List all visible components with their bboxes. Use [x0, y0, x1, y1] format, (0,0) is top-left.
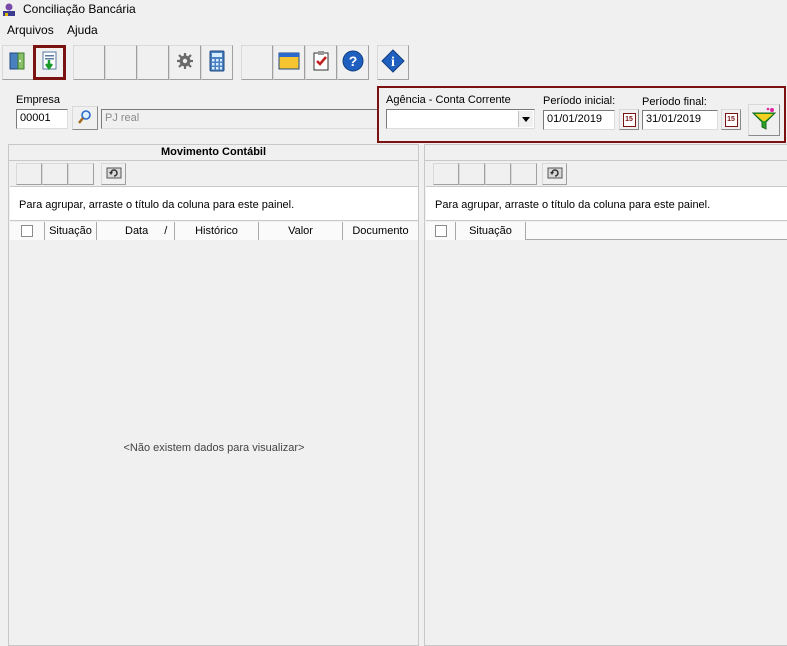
- refresh-icon: [547, 166, 563, 183]
- col-valor[interactable]: Valor: [259, 222, 343, 240]
- info-icon: i: [381, 49, 405, 76]
- svg-text:i: i: [391, 55, 395, 70]
- column-header-row: Situação: [426, 222, 787, 240]
- select-all-checkbox[interactable]: [426, 222, 456, 240]
- settings-gear-icon: [176, 52, 194, 73]
- apply-filter-button[interactable]: [748, 104, 780, 136]
- movimento-contabil-panel: Movimento Contábil Para agrupar, arraste…: [8, 144, 419, 646]
- clipboard-button[interactable]: [305, 45, 337, 80]
- grid-body[interactable]: [426, 241, 787, 645]
- toolbar-button-blank-2[interactable]: [105, 45, 137, 80]
- left-panel-button-2[interactable]: [42, 163, 68, 185]
- group-by-panel[interactable]: Para agrupar, arraste o título da coluna…: [10, 186, 418, 221]
- app-icon: [1, 2, 17, 18]
- menu-ajuda[interactable]: Ajuda: [67, 23, 98, 37]
- right-panel: Para agrupar, arraste o título da coluna…: [424, 144, 787, 646]
- right-panel-button-4[interactable]: [511, 163, 537, 185]
- periodo-final-field[interactable]: 31/01/2019: [642, 110, 718, 130]
- agencia-select[interactable]: [386, 109, 535, 129]
- right-panel-button-1[interactable]: [433, 163, 459, 185]
- toolbar: ? i: [0, 43, 787, 83]
- toolbar-button-blank-4[interactable]: [241, 45, 273, 80]
- group-by-panel[interactable]: Para agrupar, arraste o título da coluna…: [426, 186, 787, 221]
- window-icon: [278, 51, 300, 74]
- calculator-button[interactable]: [201, 45, 233, 80]
- empresa-name-field[interactable]: PJ real: [101, 109, 379, 129]
- right-refresh-button[interactable]: [542, 163, 567, 185]
- svg-text:?: ?: [349, 53, 358, 69]
- calculator-icon: [208, 50, 226, 75]
- periodo-final-label: Período final:: [642, 96, 707, 108]
- clipboard-check-icon: [310, 50, 332, 75]
- exit-door-icon: [7, 50, 29, 75]
- menu-arquivos[interactable]: Arquivos: [7, 23, 54, 37]
- toolbar-button-blank-3[interactable]: [137, 45, 169, 80]
- periodo-final-calendar-button[interactable]: 15: [721, 109, 741, 130]
- empty-message: <Não existem dados para visualizar>: [123, 442, 305, 454]
- col-data[interactable]: Data /: [97, 222, 175, 240]
- left-refresh-button[interactable]: [101, 163, 126, 185]
- filter-funnel-icon: [751, 107, 777, 134]
- settings-button[interactable]: [169, 45, 201, 80]
- search-icon: [77, 109, 93, 128]
- right-panel-button-2[interactable]: [459, 163, 485, 185]
- periodo-inicial-calendar-button[interactable]: 15: [619, 109, 639, 130]
- info-button[interactable]: i: [377, 45, 409, 80]
- agencia-label: Agência - Conta Corrente: [386, 94, 511, 106]
- exit-button[interactable]: [2, 45, 34, 80]
- window-title: Conciliação Bancária: [23, 2, 136, 16]
- refresh-icon: [106, 166, 122, 183]
- title-bar: Conciliação Bancária: [0, 0, 787, 20]
- col-situacao[interactable]: Situação: [456, 222, 526, 240]
- grid-body[interactable]: <Não existem dados para visualizar>: [10, 241, 418, 645]
- group-hint: Para agrupar, arraste o título da coluna…: [19, 199, 295, 211]
- empresa-label: Empresa: [16, 94, 61, 106]
- import-document-icon: [39, 50, 61, 75]
- help-icon: ?: [341, 49, 365, 76]
- dropdown-arrow-icon[interactable]: [518, 111, 533, 127]
- periodo-inicial-label: Período inicial:: [543, 95, 616, 107]
- left-panel-button-3[interactable]: [68, 163, 94, 185]
- periodo-inicial-field[interactable]: 01/01/2019: [543, 110, 615, 130]
- column-header-row: Situação Data / Histórico Valor Document…: [10, 222, 418, 240]
- group-hint: Para agrupar, arraste o título da coluna…: [435, 199, 711, 211]
- sort-indicator: /: [164, 225, 168, 237]
- panel-title: Movimento Contábil: [160, 146, 267, 158]
- right-panel-button-3[interactable]: [485, 163, 511, 185]
- col-data-label: Data: [125, 225, 149, 237]
- col-documento[interactable]: Documento: [343, 222, 418, 240]
- col-historico[interactable]: Histórico: [175, 222, 259, 240]
- import-button[interactable]: [33, 45, 66, 80]
- calendar-icon: 15: [622, 112, 636, 127]
- help-button[interactable]: ?: [337, 45, 369, 80]
- calendar-icon: 15: [724, 112, 738, 127]
- search-empresa-button[interactable]: [72, 106, 98, 130]
- col-situacao[interactable]: Situação: [45, 222, 97, 240]
- select-all-checkbox[interactable]: [10, 222, 45, 240]
- toolbar-button-blank-1[interactable]: [73, 45, 105, 80]
- left-panel-button-1[interactable]: [16, 163, 42, 185]
- empresa-code-field[interactable]: 00001: [16, 109, 68, 129]
- window-button[interactable]: [273, 45, 305, 80]
